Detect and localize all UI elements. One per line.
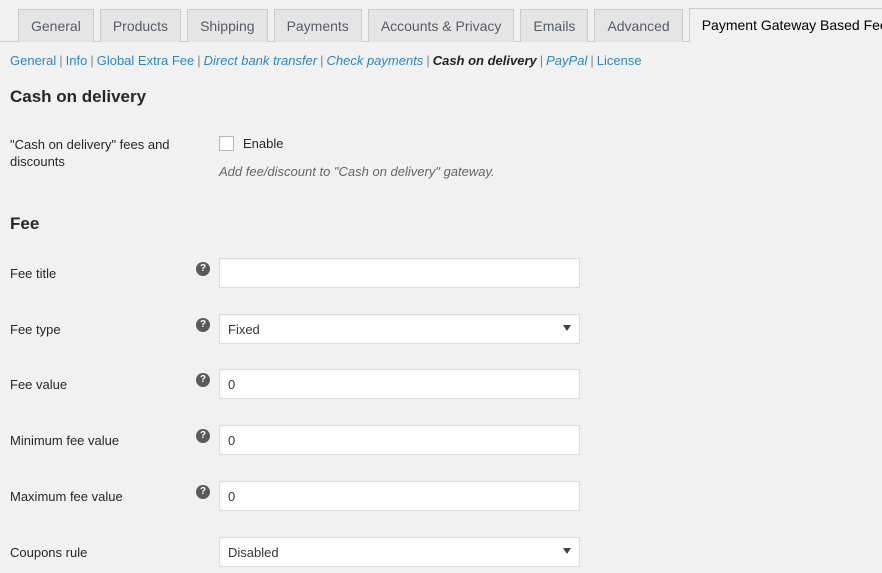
fee-type-label: Fee type [10, 322, 61, 337]
tab-advanced[interactable]: Advanced [594, 9, 683, 42]
minimum-fee-value-help-icon[interactable]: ? [196, 429, 210, 443]
tab-emails[interactable]: Emails [520, 9, 589, 42]
coupons-rule-select[interactable]: DisabledEnabled [219, 537, 580, 567]
maximum-fee-value-label: Maximum fee value [10, 489, 123, 504]
subnav-item-general[interactable]: General [10, 53, 56, 68]
minimum-fee-value-field-wrap [219, 425, 580, 455]
subnav-item-paypal[interactable]: PayPal [546, 53, 587, 68]
page-title: Cash on delivery [10, 87, 147, 106]
subnav-item-direct-bank-transfer[interactable]: Direct bank transfer [204, 53, 317, 68]
fee-value-help-icon[interactable]: ? [196, 373, 210, 387]
fee-value-field-wrap [219, 369, 580, 399]
subnav-item-check-payments[interactable]: Check payments [326, 53, 423, 68]
subnav-separator: | [90, 53, 94, 68]
tab-accounts-privacy[interactable]: Accounts & Privacy [367, 9, 515, 42]
fee-type-field-wrap: FixedPercent [219, 314, 580, 344]
fee-value-input[interactable] [219, 369, 580, 399]
enable-field-description: Add fee/discount to "Cash on delivery" g… [219, 164, 495, 179]
fee-type-select-wrap: FixedPercent [219, 314, 580, 344]
subnav-separator: | [590, 53, 594, 68]
maximum-fee-value-input[interactable] [219, 481, 580, 511]
subnav-item-license[interactable]: License [597, 53, 642, 68]
enable-checkbox-label[interactable]: Enable [243, 136, 283, 151]
subnav-separator: | [197, 53, 201, 68]
fee-type-help-icon[interactable]: ? [196, 318, 210, 332]
fee-title-input[interactable] [219, 258, 580, 288]
fee-title-label: Fee title [10, 266, 57, 281]
subnav-separator: | [59, 53, 63, 68]
enable-fees-label: "Cash on delivery" fees and discounts [10, 137, 170, 169]
fee-section-heading: Fee [10, 214, 40, 233]
subnav-item-info[interactable]: Info [66, 53, 88, 68]
minimum-fee-value-label: Minimum fee value [10, 433, 120, 448]
fee-type-select[interactable]: FixedPercent [219, 314, 580, 344]
coupons-rule-label: Coupons rule [10, 545, 88, 560]
enable-checkbox[interactable] [219, 136, 234, 151]
subnav-separator: | [426, 53, 430, 68]
minimum-fee-value-input[interactable] [219, 425, 580, 455]
tab-payments[interactable]: Payments [273, 9, 362, 42]
settings-tab-bar: General Products Shipping Payments Accounts … [0, 0, 882, 42]
maximum-fee-value-help-icon[interactable]: ? [196, 485, 210, 499]
tab-payment-gateway-based-fees-and-discounts[interactable]: Payment Gateway Based Fees and Discounts [688, 8, 882, 42]
fee-value-label: Fee value [10, 377, 68, 392]
tab-general[interactable]: General [18, 9, 94, 42]
gateway-subnav: General | Info | Global Extra Fee | Direct ban… [10, 52, 642, 70]
coupons-rule-field-wrap: DisabledEnabled [219, 537, 580, 567]
fee-title-help-icon[interactable]: ? [196, 262, 210, 276]
maximum-fee-value-field-wrap [219, 481, 580, 511]
tab-products[interactable]: Products [99, 9, 182, 42]
tab-strip: General Products Shipping Payments Accounts … [18, 8, 882, 42]
coupons-rule-select-wrap: DisabledEnabled [219, 537, 580, 567]
subnav-item-global-extra-fee[interactable]: Global Extra Fee [97, 53, 195, 68]
enable-checkbox-group[interactable]: Enable [219, 136, 283, 151]
subnav-separator: | [539, 53, 544, 68]
tab-shipping[interactable]: Shipping [187, 9, 268, 42]
subnav-item-cash-on-delivery: Cash on delivery [432, 53, 537, 68]
fee-title-field-wrap [219, 258, 580, 288]
